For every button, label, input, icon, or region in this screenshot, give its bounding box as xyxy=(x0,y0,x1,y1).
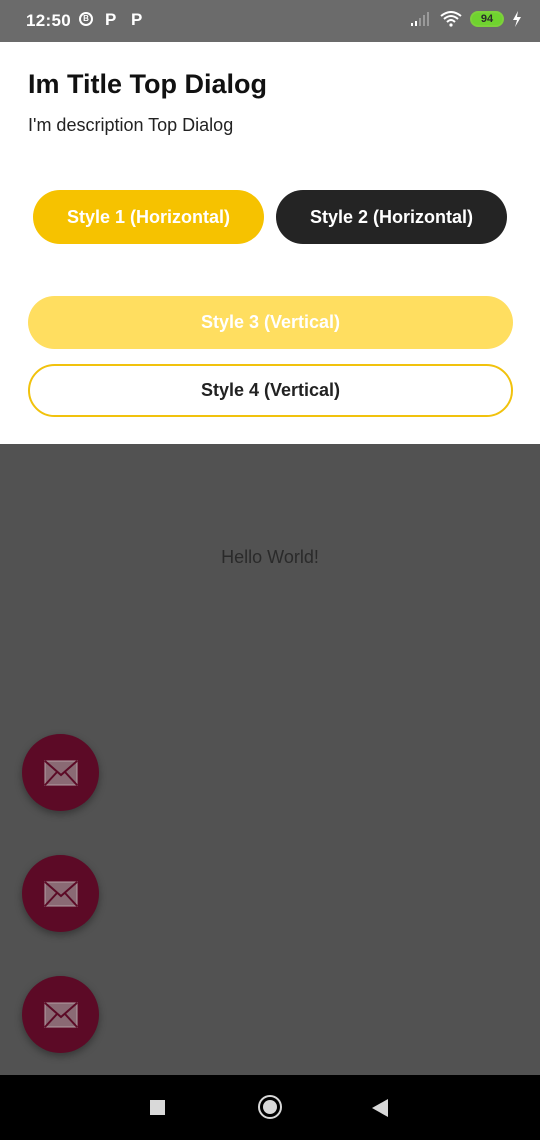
wifi-icon xyxy=(440,11,462,27)
top-dialog: Im Title Top Dialog I'm description Top … xyxy=(0,42,540,444)
mail-icon xyxy=(43,759,78,786)
status-right-icons: 94 xyxy=(410,11,522,27)
circle-b-icon: B xyxy=(79,12,93,26)
dialog-description: I'm description Top Dialog xyxy=(28,115,234,135)
charging-bolt-icon xyxy=(513,11,521,27)
p-icon: P xyxy=(131,10,143,29)
mail-fab-1[interactable] xyxy=(22,734,99,811)
mail-fab-2[interactable] xyxy=(22,855,99,932)
style1-horizontal-button[interactable]: Style 1 (Horizontal) xyxy=(33,190,264,244)
status-time: 12:50 xyxy=(26,11,71,30)
battery-icon: 94 xyxy=(470,11,504,27)
style3-vertical-button[interactable]: Style 3 (Vertical) xyxy=(28,296,513,349)
signal-icon xyxy=(411,12,429,26)
back-icon[interactable] xyxy=(372,1099,388,1117)
home-icon[interactable] xyxy=(258,1095,282,1119)
screen: 12:50 B P P 94 Im Title Top Dialog I'm d… xyxy=(0,0,540,1140)
navigation-bar xyxy=(0,1075,540,1140)
style2-horizontal-button[interactable]: Style 2 (Horizontal) xyxy=(276,190,507,244)
style4-vertical-button[interactable]: Style 4 (Vertical) xyxy=(28,364,513,417)
recents-icon[interactable] xyxy=(150,1100,165,1115)
hello-world-text: Hello World! xyxy=(221,547,319,567)
status-bar: 12:50 B P P 94 xyxy=(0,0,540,42)
mail-fab-3[interactable] xyxy=(22,976,99,1053)
p-icon: P xyxy=(105,10,117,29)
mail-icon xyxy=(43,1001,78,1028)
dialog-title: Im Title Top Dialog xyxy=(28,69,268,99)
mail-icon xyxy=(43,880,78,907)
